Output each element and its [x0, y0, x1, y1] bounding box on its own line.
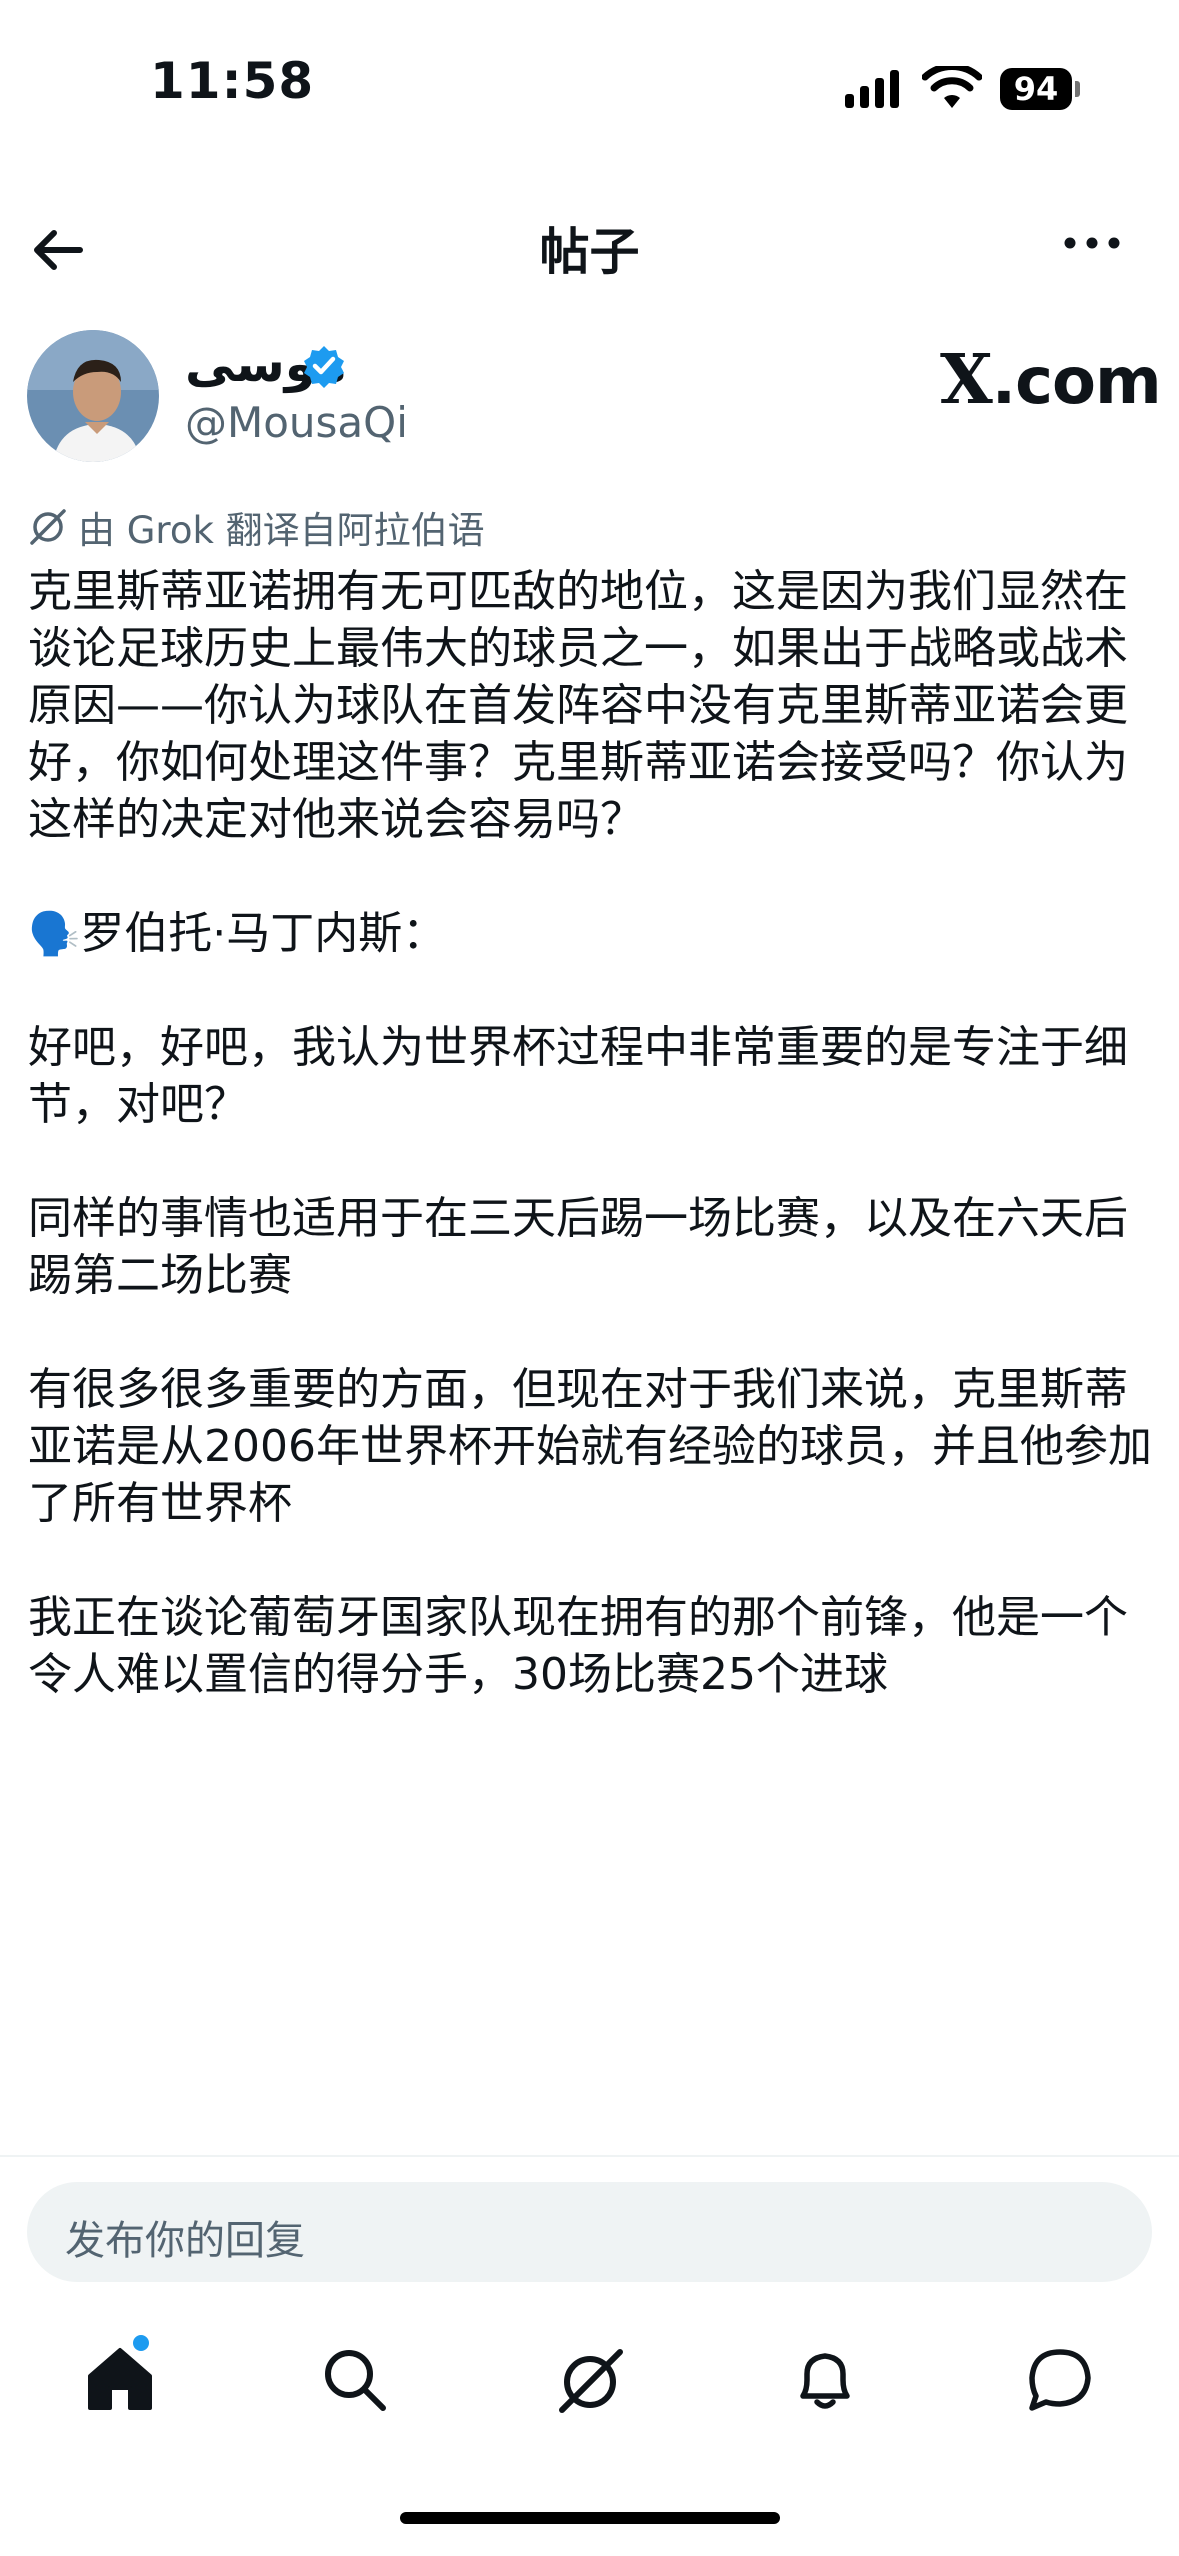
translation-note[interactable]: 由 Grok 翻译自阿拉伯语	[28, 500, 485, 554]
notifications-bell-icon[interactable]	[785, 2340, 865, 2420]
post-paragraph: 有很多很多重要的方面，但现在对于我们来说，克里斯蒂亚诺是从2006年世界杯开始就…	[28, 1364, 1152, 1529]
grok-icon	[30, 509, 66, 545]
translation-note-text: 由 Grok 翻译自阿拉伯语	[78, 509, 485, 552]
post-body: 克里斯蒂亚诺拥有无可匹敌的地位，这是因为我们显然在谈论足球历史上最伟大的球员之一…	[28, 563, 1158, 1703]
home-notification-dot	[133, 2335, 149, 2351]
speaker-name: 罗伯托·马丁内斯：	[80, 908, 447, 959]
speaking-head-icon: 🗣️	[28, 909, 81, 958]
author-handle[interactable]: @MousaQi	[185, 398, 408, 447]
wifi-icon	[922, 66, 982, 108]
x-logo-letter: X	[940, 340, 993, 420]
x-com-watermark: X.com	[940, 340, 1162, 420]
divider	[0, 2155, 1179, 2157]
battery-icon: 94	[1000, 68, 1072, 110]
nav-bar: 帖子	[0, 190, 1179, 300]
grok-icon[interactable]	[550, 2340, 630, 2420]
page-title: 帖子	[539, 223, 640, 281]
reply-placeholder: 发布你的回复	[65, 2218, 305, 2264]
x-com-domain: .com	[991, 345, 1162, 419]
verified-badge-icon	[304, 346, 344, 388]
post-paragraph-speaker: 🗣️罗伯托·马丁内斯：	[28, 905, 1158, 962]
post-paragraph: 我正在谈论葡萄牙国家队现在拥有的那个前锋，他是一个令人难以置信的得分手，30场比…	[28, 1592, 1128, 1700]
signal-icon	[845, 68, 899, 108]
avatar[interactable]	[27, 330, 159, 462]
more-options-icon[interactable]	[1062, 228, 1122, 258]
home-icon[interactable]	[80, 2340, 160, 2420]
reply-input[interactable]: 发布你的回复	[27, 2182, 1152, 2282]
status-bar: 11:58 94	[0, 0, 1179, 150]
messages-icon[interactable]	[1020, 2340, 1100, 2420]
tab-bar	[0, 2330, 1179, 2450]
status-time: 11:58	[150, 52, 315, 110]
home-indicator	[400, 2512, 780, 2524]
post-paragraph: 同样的事情也适用于在三天后踢一场比赛，以及在六天后踢第二场比赛	[28, 1193, 1128, 1301]
post-paragraph: 好吧，好吧，我认为世界杯过程中非常重要的是专注于细节，对吧？	[28, 1022, 1128, 1130]
battery-tip	[1075, 81, 1080, 97]
post-paragraph: 克里斯蒂亚诺拥有无可匹敌的地位，这是因为我们显然在谈论足球历史上最伟大的球员之一…	[28, 566, 1128, 845]
search-icon[interactable]	[315, 2340, 395, 2420]
